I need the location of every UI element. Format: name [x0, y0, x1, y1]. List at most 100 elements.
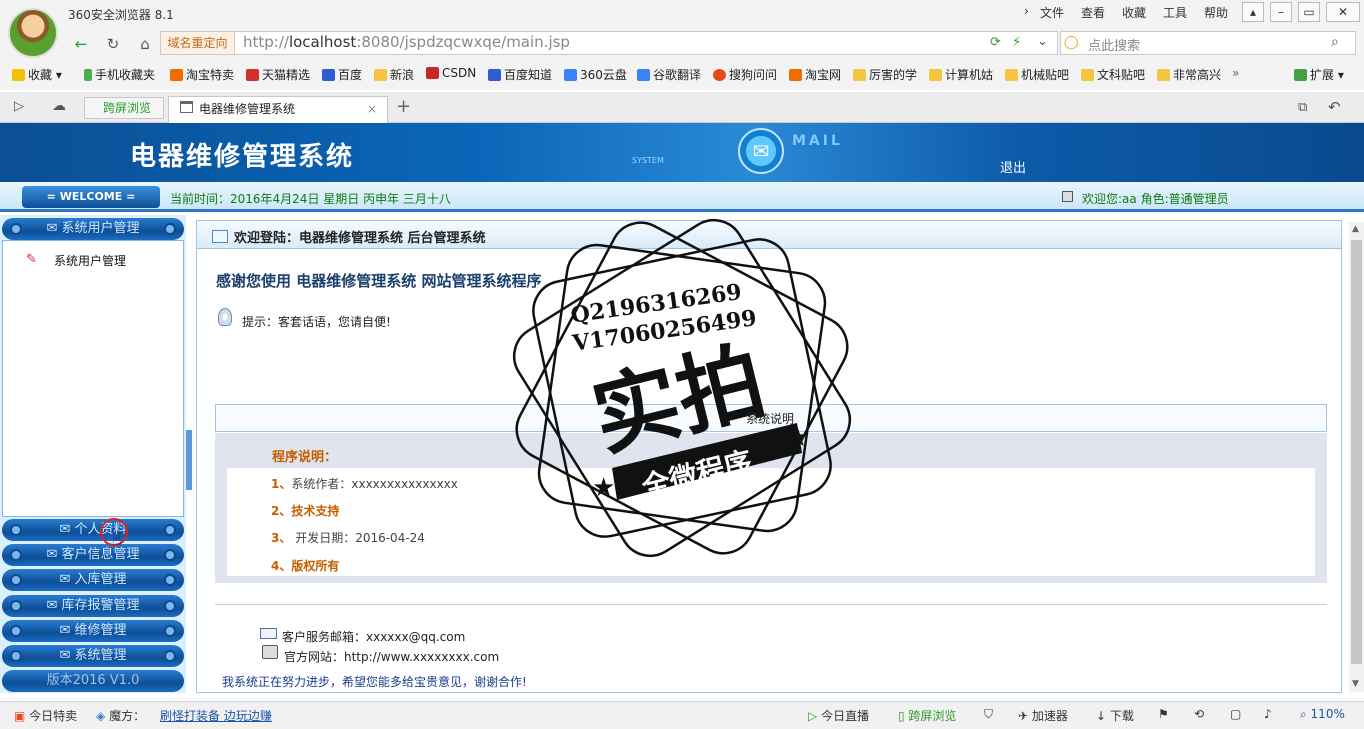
sidebar-section-repair[interactable]: ✉ 维修管理 [2, 620, 184, 642]
welcome-tag: = WELCOME = [22, 186, 160, 208]
today-live[interactable]: ▷ 今日直播 [808, 707, 869, 724]
description-item-1: 1、系统作者：xxxxxxxxxxxxxxx [271, 477, 458, 491]
refresh-icon[interactable]: ↻ [102, 34, 124, 54]
sidebar-panel [2, 240, 184, 517]
volume-icon[interactable]: ♪ [1264, 707, 1272, 721]
sidebar-resize-handle[interactable] [186, 430, 192, 490]
menu-tools[interactable]: 工具 [1163, 4, 1187, 21]
speed-icon[interactable]: ⚡ [1012, 35, 1021, 50]
tab-active[interactable]: 电器维修管理系统 × [168, 96, 388, 123]
description-item-2: 2、技术支持 [271, 504, 340, 518]
promo-link[interactable]: 刷怪打装备 边玩边赚 [160, 707, 272, 724]
new-tab-button[interactable]: + [396, 96, 411, 117]
bookmark-item[interactable]: 淘宝网 [789, 66, 841, 83]
scrollbar-thumb[interactable] [1351, 240, 1362, 664]
phone-icon [262, 645, 278, 659]
split-browse-status[interactable]: ▯ 跨屏浏览 [898, 707, 956, 724]
menu-file[interactable]: 文件 [1040, 4, 1064, 21]
user-avatar[interactable] [8, 8, 58, 58]
version-label: 版本2016 V1.0 [2, 670, 184, 692]
window-icon [212, 230, 228, 243]
flag-icon[interactable]: ⚑ [1158, 707, 1169, 721]
close-tab-icon[interactable]: × [367, 97, 377, 121]
sidebar-section-system[interactable]: ✉ 系统管理 [2, 645, 184, 667]
contact-website[interactable]: 官方网站：http://www.xxxxxxxx.com [284, 648, 499, 665]
shield-icon[interactable]: ⛉ [984, 707, 993, 722]
current-datetime: 当前时间：2016年4月24日 星期日 丙申年 三月十八 [170, 192, 451, 206]
search-icon[interactable]: ⌕ [1331, 34, 1339, 50]
cube-icon: ◈ [96, 709, 106, 723]
envelope-icon [260, 628, 277, 639]
star-icon: ★ [592, 473, 615, 503]
bookmark-item[interactable]: 搜狗问问 [713, 66, 777, 83]
extensions-button[interactable]: 扩展 ▾ [1294, 66, 1344, 83]
app-title: 360安全浏览器 8.1 [68, 8, 174, 22]
bookmark-item[interactable]: 天猫精选 [246, 66, 310, 83]
bookmark-item[interactable]: 谷歌翻译 [637, 66, 701, 83]
home-icon[interactable]: ⌂ [134, 34, 156, 54]
chevron-right-icon[interactable]: › [1024, 4, 1029, 18]
bookmark-favorites[interactable]: 收藏 ▾ [12, 66, 62, 83]
sidebar-section-user-mgmt[interactable]: ✉ 系统用户管理 [2, 218, 184, 240]
today-deals[interactable]: ▣ 今日特卖 [14, 707, 77, 724]
refresh-status-icon[interactable]: ⟲ [1194, 707, 1204, 721]
zoom-level[interactable]: ⌕ 110% [1300, 707, 1345, 722]
undo-close-icon[interactable]: ↶ [1328, 98, 1341, 116]
bookmark-item[interactable]: 淘宝特卖 [170, 66, 234, 83]
close-window-button[interactable]: ✕ [1326, 2, 1360, 22]
maximize-button[interactable]: ▭ [1298, 2, 1320, 22]
cube-label: ◈ 魔方： [96, 709, 146, 723]
url-rest: :8080/jspdzqcwxqe/main.jsp [356, 33, 570, 51]
mail-word: MAIL [792, 133, 843, 149]
tab-split-browse[interactable]: 跨屏浏览 [84, 97, 164, 119]
sidebar-toggle-icon[interactable]: ▷ [14, 99, 24, 114]
tab-list-icon[interactable]: ⧉ [1298, 100, 1307, 115]
menu-favorites[interactable]: 收藏 [1122, 4, 1146, 21]
security-icon[interactable]: ⟳ [990, 35, 1001, 50]
back-icon[interactable]: ← [70, 34, 92, 54]
download[interactable]: ↓ 下载 [1096, 707, 1134, 724]
bottom-note: 我系统正在努力进步，希望您能多给宝贵意见，谢谢合作! [222, 675, 527, 689]
thanks-heading: 感谢您使用 电器维修管理系统 网站管理系统程序 [216, 272, 542, 290]
user-card-icon [1062, 191, 1073, 202]
scroll-up-icon[interactable]: ▲ [1352, 224, 1359, 234]
bookmark-item[interactable]: 新浪 [374, 66, 414, 83]
cloud-icon[interactable]: ☁ [52, 98, 66, 114]
divider [215, 604, 1327, 605]
search-engine-icon[interactable]: ◯ [1064, 35, 1079, 50]
url-text[interactable]: http://localhost:8080/jspdzqcwxqe/main.j… [243, 33, 570, 51]
sidebar-item-user-mgmt[interactable]: 系统用户管理 [54, 252, 126, 269]
sidebar-section-profile[interactable]: ✉ 个人资料 [2, 519, 184, 541]
bookmark-item[interactable]: 非常高兴 [1157, 66, 1221, 83]
bookmark-item[interactable]: 厉害的学 [853, 66, 917, 83]
chevron-down-icon[interactable]: ⌄ [1037, 34, 1048, 49]
system-description-title: 系统说明 [746, 412, 795, 426]
description-title: 程序说明： [272, 450, 338, 465]
redirect-badge[interactable]: 域名重定向 [161, 32, 235, 54]
scroll-down-icon[interactable]: ▼ [1352, 679, 1359, 689]
bookmark-item[interactable]: CSDN [426, 66, 476, 80]
window-icon-status[interactable]: ▢ [1230, 707, 1241, 721]
description-item-4: 4、版权所有 [271, 559, 340, 573]
minimize-button[interactable]: – [1270, 2, 1292, 22]
play-icon: ▷ [808, 709, 818, 723]
sidebar-section-customer[interactable]: ✉ 客户信息管理 [2, 544, 184, 566]
accelerator[interactable]: ✈ 加速器 [1018, 707, 1068, 724]
skin-icon[interactable]: ▴ [1242, 2, 1264, 22]
sidebar-section-stock-alarm[interactable]: ✉ 库存报警管理 [2, 595, 184, 617]
bookmark-item[interactable]: 360云盘 [564, 66, 627, 83]
bookmark-item[interactable]: 百度 [322, 66, 362, 83]
menu-view[interactable]: 查看 [1081, 4, 1105, 21]
bookmark-item[interactable]: 文科贴吧 [1081, 66, 1145, 83]
tab-active-label: 电器维修管理系统 [199, 102, 296, 116]
bookmark-item[interactable]: 百度知道 [488, 66, 552, 83]
logout-link[interactable]: 退出 [1000, 157, 1026, 176]
bookmark-item[interactable]: 计算机姑 [929, 66, 993, 83]
bookmark-item[interactable]: 手机收藏夹 [84, 66, 155, 83]
more-bookmarks-icon[interactable]: » [1232, 66, 1239, 80]
sidebar-section-stock-in[interactable]: ✉ 入库管理 [2, 569, 184, 591]
bookmark-item[interactable]: 机械贴吧 [1005, 66, 1069, 83]
menu-help[interactable]: 帮助 [1204, 4, 1228, 21]
mail-icon[interactable]: ✉ [738, 128, 784, 174]
tip-text: 提示：客套话语，您请自便! [242, 315, 391, 329]
